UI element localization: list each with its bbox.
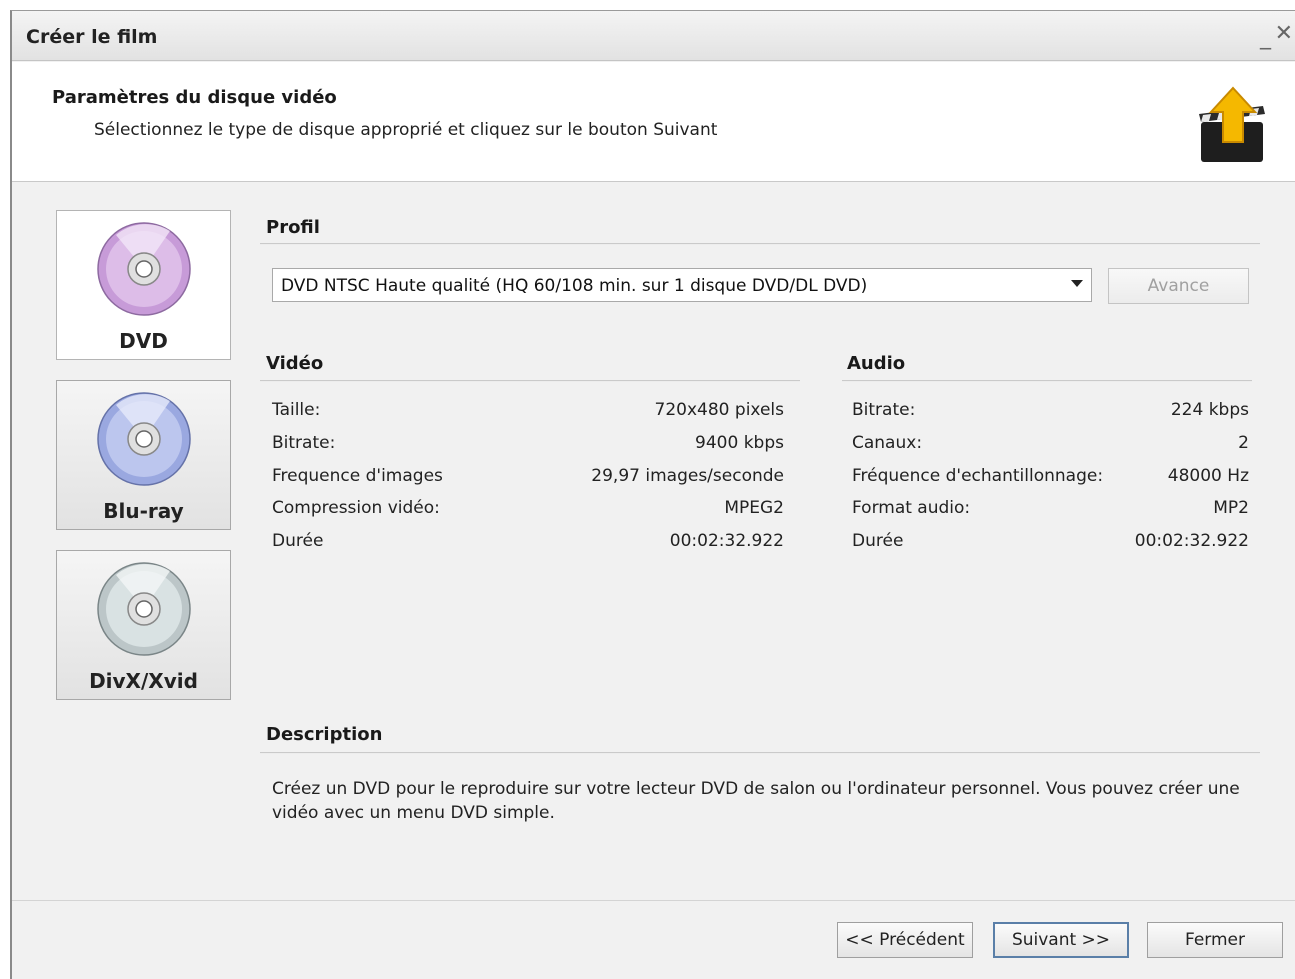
video-section-label: Vidéo bbox=[266, 353, 324, 374]
video-size-value: 720x480 pixels bbox=[654, 400, 784, 420]
bluray-disc-icon bbox=[97, 392, 191, 486]
dvd-disc-icon bbox=[97, 222, 191, 316]
disc-type-label: Blu-ray bbox=[103, 499, 184, 523]
close-icon[interactable]: ✕ bbox=[1275, 23, 1293, 45]
audio-bitrate-label: Bitrate: bbox=[852, 400, 916, 420]
disc-type-dvd[interactable]: DVD bbox=[56, 210, 231, 360]
wizard-header: Paramètres du disque vidéo Sélectionnez … bbox=[12, 62, 1295, 182]
video-compression-value: MPEG2 bbox=[724, 498, 784, 518]
audio-channels-label: Canaux: bbox=[852, 433, 923, 453]
audio-bitrate-value: 224 kbps bbox=[1170, 400, 1249, 420]
video-compression-label: Compression vidéo: bbox=[272, 498, 440, 518]
create-movie-window: Créer le film _ ✕ Paramètres du disque v… bbox=[10, 10, 1295, 979]
audio-duration-value: 00:02:32.922 bbox=[1134, 531, 1249, 551]
window-title: Créer le film bbox=[26, 26, 158, 48]
profile-section-label: Profil bbox=[266, 217, 320, 238]
video-duration-label: Durée bbox=[272, 531, 324, 551]
audio-section-label: Audio bbox=[847, 353, 906, 374]
footer-divider bbox=[12, 900, 1295, 902]
profile-divider bbox=[260, 243, 1260, 245]
audio-duration-label: Durée bbox=[852, 531, 904, 551]
disc-type-bluray[interactable]: Blu-ray bbox=[56, 380, 231, 530]
audio-format-value: MP2 bbox=[1213, 498, 1249, 518]
next-button[interactable]: Suivant >> bbox=[993, 922, 1129, 958]
description-divider bbox=[260, 752, 1260, 754]
page-title: Paramètres du disque vidéo bbox=[52, 87, 337, 108]
page-subtitle: Sélectionnez le type de disque approprié… bbox=[94, 120, 718, 140]
chevron-down-icon[interactable] bbox=[1071, 280, 1083, 287]
audio-samplerate-value: 48000 Hz bbox=[1167, 466, 1249, 486]
disc-type-label: DVD bbox=[119, 329, 168, 353]
advanced-button[interactable]: Avance bbox=[1108, 268, 1249, 304]
description-section-label: Description bbox=[266, 724, 383, 745]
video-divider bbox=[260, 380, 800, 382]
close-button[interactable]: Fermer bbox=[1147, 922, 1283, 958]
audio-samplerate-label: Fréquence d'echantillonnage: bbox=[852, 466, 1104, 486]
video-size-label: Taille: bbox=[272, 400, 321, 420]
video-bitrate-label: Bitrate: bbox=[272, 433, 336, 453]
video-framerate-value: 29,97 images/seconde bbox=[591, 466, 784, 486]
disc-type-divx[interactable]: DivX/Xvid bbox=[56, 550, 231, 700]
audio-divider bbox=[842, 380, 1252, 382]
video-framerate-label: Frequence d'images bbox=[272, 466, 443, 486]
disc-type-label: DivX/Xvid bbox=[89, 669, 198, 693]
description-text: Créez un DVD pour le reproduire sur votr… bbox=[272, 779, 1240, 823]
profile-select[interactable]: DVD NTSC Haute qualité (HQ 60/108 min. s… bbox=[272, 268, 1092, 302]
title-bar[interactable]: Créer le film _ ✕ bbox=[12, 11, 1295, 61]
profile-select-value: DVD NTSC Haute qualité (HQ 60/108 min. s… bbox=[281, 276, 868, 296]
audio-format-label: Format audio: bbox=[852, 498, 971, 518]
minimize-icon[interactable]: _ bbox=[1260, 27, 1271, 49]
back-button[interactable]: << Précédent bbox=[837, 922, 973, 958]
divx-disc-icon bbox=[97, 562, 191, 656]
video-bitrate-value: 9400 kbps bbox=[695, 433, 784, 453]
audio-channels-value: 2 bbox=[1238, 433, 1249, 453]
film-clapper-upload-icon bbox=[1199, 86, 1265, 162]
video-duration-value: 00:02:32.922 bbox=[669, 531, 784, 551]
